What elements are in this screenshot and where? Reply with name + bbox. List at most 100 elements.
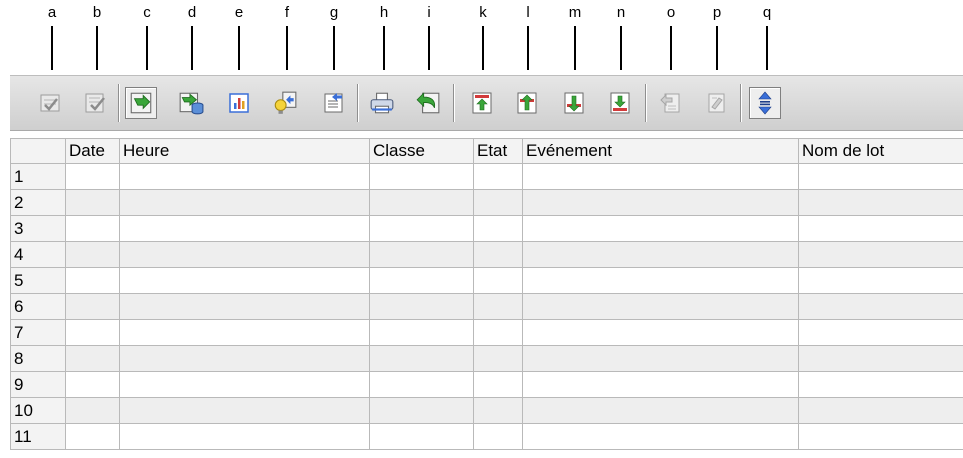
cell[interactable]	[119, 371, 370, 398]
cell[interactable]	[119, 319, 370, 346]
cell[interactable]	[798, 189, 963, 216]
cell[interactable]	[798, 371, 963, 398]
last-button[interactable]	[607, 90, 633, 116]
cell[interactable]	[119, 345, 370, 372]
column-header-evenement[interactable]: Evénement	[522, 138, 799, 164]
table-row[interactable]: 10	[10, 397, 963, 424]
next-button[interactable]	[561, 90, 587, 116]
cell[interactable]	[65, 397, 120, 424]
table-row[interactable]: 11	[10, 423, 963, 450]
cell[interactable]	[798, 423, 963, 450]
cell[interactable]	[119, 423, 370, 450]
column-header-nom-de-lot[interactable]: Nom de lot	[798, 138, 963, 164]
cell[interactable]	[798, 163, 963, 190]
row-number[interactable]: 11	[10, 423, 66, 450]
cell[interactable]	[119, 397, 370, 424]
cell[interactable]	[65, 423, 120, 450]
cell[interactable]	[798, 397, 963, 424]
cell[interactable]	[473, 319, 523, 346]
undo-button[interactable]	[415, 90, 441, 116]
previous-button[interactable]	[514, 90, 540, 116]
cell[interactable]	[369, 267, 474, 294]
cell[interactable]	[798, 267, 963, 294]
cell[interactable]	[119, 189, 370, 216]
table-row[interactable]: 8	[10, 345, 963, 372]
cell[interactable]	[65, 293, 120, 320]
cell[interactable]	[798, 215, 963, 242]
cell[interactable]	[119, 267, 370, 294]
cell[interactable]	[65, 371, 120, 398]
cell[interactable]	[473, 345, 523, 372]
check-list-alt-disabled-button[interactable]	[82, 90, 108, 116]
cell[interactable]	[522, 371, 799, 398]
refresh-button[interactable]	[125, 87, 157, 119]
cell[interactable]	[522, 189, 799, 216]
cell[interactable]	[473, 241, 523, 268]
export-document-button[interactable]	[321, 90, 347, 116]
table-row[interactable]: 1	[10, 163, 963, 190]
table-row[interactable]: 3	[10, 215, 963, 242]
cell[interactable]	[369, 241, 474, 268]
cell[interactable]	[522, 267, 799, 294]
check-list-disabled-button[interactable]	[37, 90, 63, 116]
move-up-disabled-button[interactable]	[657, 90, 683, 116]
refresh-database-button[interactable]	[178, 90, 204, 116]
row-number[interactable]: 1	[10, 163, 66, 190]
first-button[interactable]	[469, 90, 495, 116]
row-number[interactable]: 9	[10, 371, 66, 398]
cell[interactable]	[473, 215, 523, 242]
cell[interactable]	[369, 189, 474, 216]
cell[interactable]	[522, 215, 799, 242]
column-header-etat[interactable]: Etat	[473, 138, 523, 164]
cell[interactable]	[522, 163, 799, 190]
move-down-disabled-button[interactable]	[703, 90, 729, 116]
cell[interactable]	[119, 215, 370, 242]
cell[interactable]	[369, 319, 474, 346]
cell[interactable]	[473, 371, 523, 398]
table-row[interactable]: 9	[10, 371, 963, 398]
cell[interactable]	[522, 423, 799, 450]
cell[interactable]	[798, 345, 963, 372]
cell[interactable]	[473, 267, 523, 294]
cell[interactable]	[798, 319, 963, 346]
cell[interactable]	[522, 241, 799, 268]
row-number[interactable]: 5	[10, 267, 66, 294]
row-number[interactable]: 2	[10, 189, 66, 216]
chart-button[interactable]	[226, 90, 252, 116]
cell[interactable]	[119, 163, 370, 190]
cell[interactable]	[369, 345, 474, 372]
table-row[interactable]: 5	[10, 267, 963, 294]
table-row[interactable]: 2	[10, 189, 963, 216]
column-header-date[interactable]: Date	[65, 138, 120, 164]
column-header-classe[interactable]: Classe	[369, 138, 474, 164]
cell[interactable]	[65, 319, 120, 346]
table-row[interactable]: 6	[10, 293, 963, 320]
cell[interactable]	[473, 397, 523, 424]
cell[interactable]	[522, 345, 799, 372]
row-number[interactable]: 6	[10, 293, 66, 320]
row-number[interactable]: 10	[10, 397, 66, 424]
table-row[interactable]: 4	[10, 241, 963, 268]
cell[interactable]	[65, 215, 120, 242]
row-number[interactable]: 3	[10, 215, 66, 242]
cell[interactable]	[65, 189, 120, 216]
cell[interactable]	[369, 293, 474, 320]
cell[interactable]	[522, 397, 799, 424]
row-number[interactable]: 4	[10, 241, 66, 268]
cell[interactable]	[798, 293, 963, 320]
cell[interactable]	[522, 319, 799, 346]
cell[interactable]	[369, 371, 474, 398]
table-row[interactable]: 7	[10, 319, 963, 346]
cell[interactable]	[369, 215, 474, 242]
cell[interactable]	[522, 293, 799, 320]
column-header-heure[interactable]: Heure	[119, 138, 370, 164]
cell[interactable]	[65, 267, 120, 294]
cell[interactable]	[65, 163, 120, 190]
cell[interactable]	[119, 293, 370, 320]
cell[interactable]	[473, 189, 523, 216]
row-number[interactable]: 8	[10, 345, 66, 372]
cell[interactable]	[369, 163, 474, 190]
cell[interactable]	[473, 293, 523, 320]
cell[interactable]	[473, 163, 523, 190]
cell[interactable]	[119, 241, 370, 268]
